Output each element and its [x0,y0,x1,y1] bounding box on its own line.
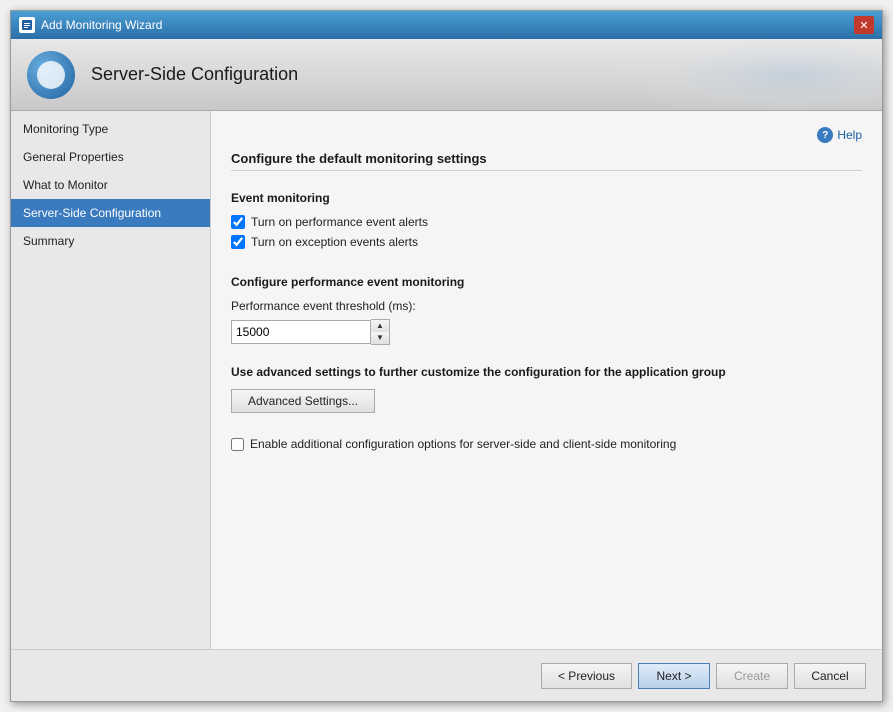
threshold-input[interactable] [231,320,371,344]
additional-config-label: Enable additional configuration options … [250,437,676,451]
cancel-button[interactable]: Cancel [794,663,866,689]
wizard-window: Add Monitoring Wizard ✕ Server-Side Conf… [10,10,883,702]
perf-alerts-checkbox[interactable] [231,215,245,229]
checkbox-row-exception: Turn on exception events alerts [231,235,862,249]
help-icon: ? [817,127,833,143]
advanced-settings-button[interactable]: Advanced Settings... [231,389,375,413]
help-link[interactable]: ? Help [817,127,862,143]
event-monitoring-title: Event monitoring [231,191,862,205]
sidebar: Monitoring Type General Properties What … [11,111,211,649]
window-title: Add Monitoring Wizard [41,18,848,32]
create-button[interactable]: Create [716,663,788,689]
title-bar: Add Monitoring Wizard ✕ [11,11,882,39]
next-button[interactable]: Next > [638,663,710,689]
sidebar-item-summary[interactable]: Summary [11,227,210,255]
advanced-section: Use advanced settings to further customi… [231,365,862,413]
exception-alerts-label: Turn on exception events alerts [251,235,418,249]
help-label: Help [837,128,862,142]
additional-config-checkbox[interactable] [231,438,244,451]
threshold-input-row: ▲ ▼ [231,319,862,345]
perf-alerts-label: Turn on performance event alerts [251,215,428,229]
advanced-section-title: Use advanced settings to further customi… [231,365,862,379]
previous-button[interactable]: < Previous [541,663,632,689]
help-row: ? Help [231,127,862,143]
sidebar-item-what-to-monitor[interactable]: What to Monitor [11,171,210,199]
exception-alerts-checkbox[interactable] [231,235,245,249]
header-title: Server-Side Configuration [91,64,298,85]
additional-section: Enable additional configuration options … [231,437,862,451]
perf-monitoring-title: Configure performance event monitoring [231,275,862,289]
sidebar-item-general-properties[interactable]: General Properties [11,143,210,171]
sidebar-item-monitoring-type[interactable]: Monitoring Type [11,115,210,143]
main-content: ? Help Configure the default monitoring … [211,111,882,649]
title-bar-icon [19,17,35,33]
wizard-icon [27,51,75,99]
page-title: Configure the default monitoring setting… [231,151,862,171]
sidebar-item-server-side-config[interactable]: Server-Side Configuration [11,199,210,227]
checkbox-row-perf: Turn on performance event alerts [231,215,862,229]
close-button[interactable]: ✕ [854,16,874,34]
perf-section: Configure performance event monitoring P… [231,271,862,345]
spinner-buttons: ▲ ▼ [371,319,390,345]
spinner-up-button[interactable]: ▲ [371,320,389,332]
spinner-down-button[interactable]: ▼ [371,332,389,344]
content-area: Monitoring Type General Properties What … [11,111,882,649]
wizard-icon-inner [37,61,65,89]
header-banner: Server-Side Configuration [11,39,882,111]
threshold-label: Performance event threshold (ms): [231,299,862,313]
footer: < Previous Next > Create Cancel [11,649,882,701]
